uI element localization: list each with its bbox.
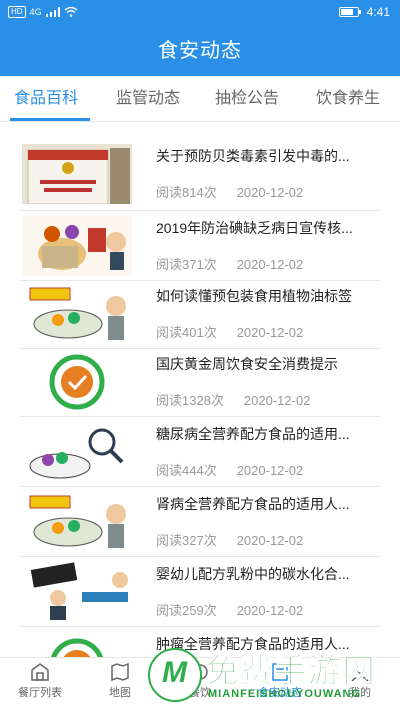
- status-right: 4:41: [338, 5, 390, 19]
- news-icon: [272, 663, 288, 681]
- publish-date: 2020-12-02: [243, 393, 311, 408]
- article-item[interactable]: 关于预防贝类毒素引发中毒的... 阅读814次 2020-12-02: [20, 140, 378, 208]
- article-item[interactable]: 肾病全营养配方食品的适用人... 阅读327次 2020-12-02: [20, 488, 378, 556]
- publish-date: 2020-12-02: [236, 185, 304, 200]
- article-title: 国庆黄金周饮食安全消费提示: [156, 356, 338, 372]
- read-count: 阅读327次: [156, 533, 217, 548]
- dining-icon: [192, 664, 208, 680]
- network-badge: HD: [8, 6, 26, 18]
- wifi-icon: [64, 7, 78, 17]
- divider: [20, 486, 380, 487]
- read-count: 阅读1328次: [156, 393, 224, 408]
- read-count: 阅读259次: [156, 603, 217, 618]
- status-time: 4:41: [366, 5, 390, 19]
- divider: [20, 626, 380, 627]
- tab-food-encyclopedia[interactable]: 食品百科: [14, 76, 78, 122]
- article-meta: 阅读259次 2020-12-02: [156, 600, 303, 619]
- article-meta: 阅读444次 2020-12-02: [156, 460, 303, 479]
- nav-map[interactable]: 地图: [80, 662, 160, 700]
- divider: [20, 210, 380, 211]
- status-bar: HD 4G 4:41: [0, 0, 400, 26]
- article-item[interactable]: 糖尿病全营养配方食品的适用... 阅读444次 2020-12-02: [20, 418, 378, 486]
- category-tabs: 食品百科 监管动态 抽检公告 饮食养生: [0, 76, 400, 122]
- publish-date: 2020-12-02: [236, 463, 304, 478]
- nav-label: 餐饮: [189, 687, 211, 699]
- article-meta: 阅读401次 2020-12-02: [156, 322, 303, 341]
- article-thumbnail: [22, 422, 132, 482]
- article-item[interactable]: 如何读懂预包装食用植物油标签 阅读401次 2020-12-02: [20, 280, 378, 348]
- article-item[interactable]: 2019年防治碘缺乏病日宣传核... 阅读371次 2020-12-02: [20, 212, 378, 280]
- nav-label: 我的: [349, 687, 371, 699]
- status-left: HD 4G: [8, 6, 78, 18]
- article-title: 糖尿病全营养配方食品的适用...: [156, 426, 350, 442]
- map-icon: [111, 662, 129, 682]
- active-tab-indicator: [10, 118, 90, 121]
- nav-label: 食安动态: [258, 687, 302, 699]
- read-count: 阅读371次: [156, 257, 217, 272]
- article-item[interactable]: 国庆黄金周饮食安全消费提示 阅读1328次 2020-12-02: [20, 348, 378, 416]
- article-meta: 阅读1328次 2020-12-02: [156, 390, 310, 409]
- publish-date: 2020-12-02: [236, 325, 304, 340]
- article-title: 婴幼儿配方乳粉中的碳水化合...: [156, 566, 350, 582]
- article-meta: 阅读371次 2020-12-02: [156, 254, 303, 273]
- nav-label: 地图: [109, 687, 131, 699]
- nav-dining[interactable]: 餐饮: [160, 662, 240, 700]
- nav-label: 餐厅列表: [18, 687, 62, 699]
- publish-date: 2020-12-02: [236, 533, 304, 548]
- article-title: 2019年防治碘缺乏病日宣传核...: [156, 220, 353, 236]
- article-title: 肾病全营养配方食品的适用人...: [156, 496, 350, 512]
- user-icon: [351, 664, 369, 682]
- restaurant-icon: [31, 663, 49, 681]
- article-thumbnail: [22, 284, 132, 344]
- read-count: 阅读444次: [156, 463, 217, 478]
- article-meta: 阅读814次 2020-12-02: [156, 182, 303, 201]
- article-thumbnail: [22, 492, 132, 552]
- read-count: 阅读401次: [156, 325, 217, 340]
- nav-food-safety-news[interactable]: 食安动态: [240, 662, 320, 700]
- article-thumbnail: [22, 562, 132, 622]
- tab-regulation-news[interactable]: 监管动态: [116, 76, 180, 122]
- signal-icon: [45, 7, 60, 17]
- read-count: 阅读814次: [156, 185, 217, 200]
- article-thumbnail: [22, 352, 132, 412]
- page-title: 食安动态: [0, 26, 400, 76]
- publish-date: 2020-12-02: [236, 603, 304, 618]
- divider: [20, 416, 380, 417]
- network-type: 4G: [29, 7, 42, 17]
- bottom-navigation: 餐厅列表 地图 餐饮 食安动态 我的: [0, 657, 400, 711]
- tab-inspection-notices[interactable]: 抽检公告: [215, 76, 279, 122]
- article-thumbnail: [22, 144, 132, 204]
- divider: [20, 556, 380, 557]
- article-title: 如何读懂预包装食用植物油标签: [156, 288, 352, 304]
- article-thumbnail: [22, 216, 132, 276]
- article-title: 关于预防贝类毒素引发中毒的...: [156, 148, 350, 164]
- nav-restaurant-list[interactable]: 餐厅列表: [0, 662, 80, 700]
- nav-profile[interactable]: 我的: [320, 662, 400, 700]
- article-meta: 阅读327次 2020-12-02: [156, 530, 303, 549]
- article-item[interactable]: 婴幼儿配方乳粉中的碳水化合... 阅读259次 2020-12-02: [20, 558, 378, 626]
- battery-icon: [338, 7, 361, 17]
- article-title: 肿瘤全营养配方食品的适用人...: [156, 636, 350, 652]
- publish-date: 2020-12-02: [236, 257, 304, 272]
- tab-diet-health[interactable]: 饮食养生: [316, 76, 380, 122]
